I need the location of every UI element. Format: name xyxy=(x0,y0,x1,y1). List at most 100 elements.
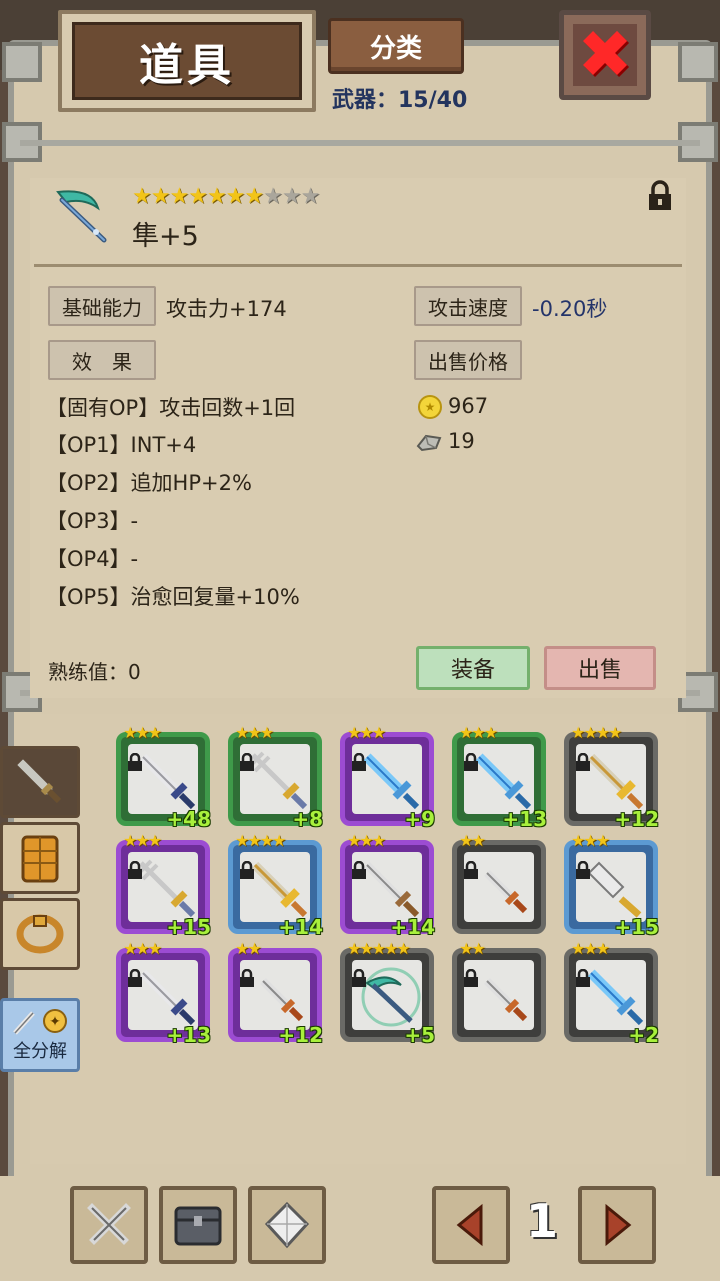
item-rarity-stars: ★★★★★★★★★★ xyxy=(132,184,321,209)
lock-icon[interactable] xyxy=(646,180,674,212)
slot-stars: ★★★ xyxy=(347,723,386,742)
tab-weapons[interactable] xyxy=(0,746,80,818)
slot-level: +14 xyxy=(390,915,435,939)
slot-stars: ★★★ xyxy=(347,831,386,850)
inventory-slot[interactable]: ★★★ +9 xyxy=(339,723,435,831)
prev-page-button[interactable] xyxy=(432,1186,510,1264)
star-empty-icon: ★ xyxy=(281,184,302,209)
close-button[interactable]: ✖ xyxy=(559,10,651,100)
crystal-button[interactable] xyxy=(248,1186,326,1264)
star-icon: ★ xyxy=(188,184,208,209)
attack-speed-label: 攻击速度 xyxy=(414,286,522,326)
slot-stars: ★★ xyxy=(235,939,262,958)
scythe-icon xyxy=(56,190,107,243)
title-plate: 道具 xyxy=(58,10,316,112)
inventory-slot[interactable]: ★★★ +8 xyxy=(227,723,323,831)
weapon-icon xyxy=(484,870,528,914)
svg-text:✦: ✦ xyxy=(49,1014,61,1030)
inventory-slot[interactable]: ★★ +12 xyxy=(227,939,323,1047)
rail-divider xyxy=(20,140,700,146)
inventory-slot[interactable]: ★★★★ +14 xyxy=(227,831,323,939)
disassemble-icon: ✦ xyxy=(13,1009,67,1035)
base-ability-label: 基础能力 xyxy=(48,286,156,326)
inventory-slot[interactable]: ★★★ +48 xyxy=(115,723,211,831)
chest-icon xyxy=(174,1206,222,1246)
inventory-slot[interactable]: ★★★ +15 xyxy=(563,831,659,939)
slot-level: +8 xyxy=(292,807,323,831)
slot-stars: ★★★ xyxy=(571,831,610,850)
lock-icon xyxy=(227,743,254,771)
lock-icon xyxy=(563,851,590,879)
inventory-slot[interactable]: ★★★ +13 xyxy=(452,723,547,831)
disassemble-all-button[interactable]: ✦ 全分解 xyxy=(0,998,80,1072)
inventory-slot[interactable]: ★★★★★ +5 xyxy=(339,939,435,1047)
inventory-slot[interactable]: ★★★ +15 xyxy=(116,831,211,939)
lock-icon xyxy=(339,743,366,771)
slot-stars: ★★★★ xyxy=(571,723,622,742)
category-button[interactable]: 分类 xyxy=(328,18,464,74)
slot-stars: ★★ xyxy=(459,939,486,958)
slot-level: +13 xyxy=(166,1023,211,1047)
lock-icon xyxy=(227,851,254,879)
star-empty-icon: ★ xyxy=(263,184,283,209)
sell-button[interactable]: 出售 xyxy=(544,646,656,690)
option-line: 【OP5】治愈回复量+10% xyxy=(46,585,300,609)
slot-level: +15 xyxy=(166,915,211,939)
star-icon: ★ xyxy=(244,184,264,209)
sell-price-stones: 19 xyxy=(448,429,475,453)
crystal-icon xyxy=(264,1201,310,1249)
chevron-right-icon xyxy=(605,1203,632,1247)
lock-icon xyxy=(563,959,590,987)
storage-button[interactable] xyxy=(159,1186,237,1264)
slot-stars: ★★★ xyxy=(123,831,162,850)
lock-icon xyxy=(227,959,254,987)
next-page-button[interactable] xyxy=(578,1186,656,1264)
lock-icon xyxy=(339,851,366,879)
inventory-slot[interactable]: ★★★ +2 xyxy=(563,939,659,1047)
slot-stars: ★★★ xyxy=(123,939,162,958)
slot-stars: ★★★ xyxy=(571,939,610,958)
inventory-slot[interactable]: ★★ xyxy=(451,831,546,934)
frame-corner xyxy=(2,42,42,82)
lock-icon xyxy=(451,851,478,879)
inventory-slot[interactable]: ★★★ +13 xyxy=(115,939,211,1047)
tab-armor[interactable] xyxy=(0,822,80,894)
inventory-slot[interactable]: ★★ xyxy=(452,939,546,1042)
frame-corner xyxy=(678,42,718,82)
star-icon: ★ xyxy=(206,184,227,209)
weapon-count: 武器：15/40 xyxy=(332,88,468,113)
stone-icon xyxy=(416,434,442,452)
filter-weapons-button[interactable] xyxy=(70,1186,148,1264)
divider xyxy=(34,264,682,267)
option-line: 【固有OP】攻击回数+1回 xyxy=(46,396,296,420)
mastery-value: 熟练值：0 xyxy=(48,660,141,684)
sword-icon xyxy=(17,759,62,804)
lock-icon xyxy=(339,959,366,987)
inventory-slot[interactable]: ★★★★ +12 xyxy=(564,723,659,831)
base-ability-value: 攻击力+174 xyxy=(166,297,287,321)
slot-stars: ★★★ xyxy=(123,723,162,742)
inventory-slot[interactable]: ★★★ +14 xyxy=(339,831,435,939)
disassemble-all-label: 全分解 xyxy=(13,1041,67,1062)
star-icon: ★ xyxy=(225,184,246,209)
slot-level: +12 xyxy=(614,807,659,831)
star-empty-icon: ★ xyxy=(300,184,321,209)
attack-speed-value: -0.20秒 xyxy=(532,297,608,321)
slot-stars: ★★★★ xyxy=(235,831,286,850)
slot-level: +5 xyxy=(404,1023,435,1047)
chevron-left-icon xyxy=(456,1203,483,1247)
equip-button[interactable]: 装备 xyxy=(416,646,530,690)
star-icon: ★ xyxy=(169,184,189,209)
slot-stars: ★★ xyxy=(459,831,486,850)
coin-icon: ★ xyxy=(418,395,442,419)
option-line: 【OP3】- xyxy=(46,509,139,533)
option-line: 【OP2】追加HP+2% xyxy=(46,471,252,495)
armor-icon xyxy=(21,835,59,883)
option-line: 【OP1】INT+4 xyxy=(46,433,197,457)
lock-icon xyxy=(115,743,142,771)
tab-accessories[interactable] xyxy=(0,898,80,970)
page-title: 道具 xyxy=(72,22,302,100)
lock-icon xyxy=(115,959,142,987)
weapon-icon xyxy=(484,978,528,1022)
page-number: 1 xyxy=(525,1194,558,1248)
